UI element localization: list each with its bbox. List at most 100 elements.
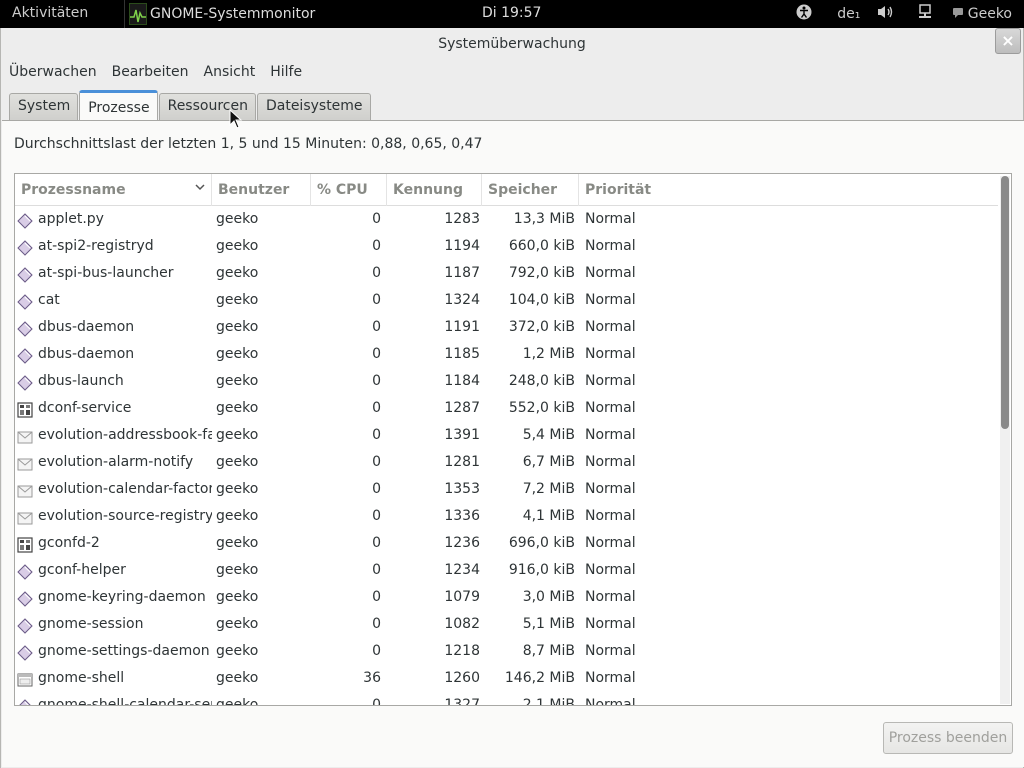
process-cpu: 0 (372, 535, 381, 551)
process-memory: 552,0 kiB (508, 400, 575, 416)
process-cpu: 0 (372, 400, 381, 416)
system-tray: de₁ Geeko (790, 0, 1024, 28)
column-header-prioritaet[interactable]: Priorität (579, 174, 998, 206)
process-memory: 5,4 MiB (522, 427, 575, 443)
window-titlebar[interactable]: Systemüberwachung (1, 28, 1023, 60)
table-row[interactable]: gnome-shell-calendar-server geeko 0 1327 2,1… (15, 692, 998, 706)
volume-icon[interactable] (876, 4, 896, 24)
tab-system[interactable]: System (9, 93, 79, 121)
process-cpu: 0 (372, 589, 381, 605)
process-id: 1191 (444, 319, 480, 335)
process-name-cell: at-spi2-registryd (15, 233, 212, 260)
process-cpu: 0 (372, 643, 381, 659)
process-id: 1327 (444, 697, 480, 706)
process-name: at-spi2-registryd (38, 238, 154, 254)
end-process-button[interactable]: Prozess beenden (883, 722, 1013, 754)
table-row[interactable]: at-spi2-registryd geeko 0 1194 660,0 kiB Norm… (15, 233, 998, 260)
table-row[interactable]: dbus-daemon geeko 0 1185 1,2 MiB Normal (15, 341, 998, 368)
process-name: gnome-keyring-daemon (38, 589, 206, 605)
menu-ueberwachen[interactable]: Überwachen (1, 60, 104, 86)
process-user: geeko (216, 589, 259, 605)
table-row[interactable]: gnome-session geeko 0 1082 5,1 MiB Normal (15, 611, 998, 638)
table-row[interactable]: dbus-launch geeko 0 1184 248,0 kiB Normal (15, 368, 998, 395)
process-id: 1234 (444, 562, 480, 578)
menu-ansicht[interactable]: Ansicht (196, 60, 263, 86)
process-priority: Normal (585, 454, 636, 470)
column-header-speicher[interactable]: Speicher (482, 174, 579, 206)
window-title: Systemüberwachung (438, 36, 586, 52)
table-row[interactable]: evolution-alarm-notify geeko 0 1281 6,7 MiB N… (15, 449, 998, 476)
process-priority: Normal (585, 481, 636, 497)
process-id: 1184 (444, 373, 480, 389)
process-user: geeko (216, 670, 259, 686)
process-priority: Normal (585, 292, 636, 308)
process-name-cell: evolution-calendar-factory (15, 476, 212, 503)
clock[interactable]: Di 19:57 (482, 5, 541, 21)
process-cpu: 0 (372, 454, 381, 470)
tab-prozesse[interactable]: Prozesse (79, 90, 158, 121)
activities-button[interactable]: Aktivitäten (12, 5, 88, 21)
table-row[interactable]: gnome-shell geeko 36 1260 146,2 MiB Normal (15, 665, 998, 692)
process-priority: Normal (585, 238, 636, 254)
process-table[interactable]: Prozessname Benutzer % CPU Kennung Speic… (14, 173, 1012, 706)
close-window-button[interactable]: × (995, 28, 1021, 54)
process-user: geeko (216, 211, 259, 227)
process-priority: Normal (585, 562, 636, 578)
menu-hilfe[interactable]: Hilfe (262, 60, 309, 86)
process-name-cell: dconf-service (15, 395, 212, 422)
process-priority: Normal (585, 346, 636, 362)
table-row[interactable]: gnome-settings-daemon geeko 0 1218 8,7 MiB No… (15, 638, 998, 665)
process-name-cell: at-spi-bus-launcher (15, 260, 212, 287)
table-row[interactable]: evolution-addressbook-factorygeeko 0 1391 5… (15, 422, 998, 449)
table-row[interactable]: dbus-daemon geeko 0 1191 372,0 kiB Normal (15, 314, 998, 341)
table-row[interactable]: evolution-source-registry geeko 0 1336 4,1 M… (15, 503, 998, 530)
column-header-benutzer[interactable]: Benutzer (212, 174, 311, 206)
process-memory: 1,2 MiB (522, 346, 575, 362)
process-name: gnome-session (38, 616, 144, 632)
process-icon (17, 563, 33, 580)
user-menu[interactable]: Geeko (952, 6, 1012, 22)
table-row[interactable]: gconfd-2 geeko 0 1236 696,0 kiB Normal (15, 530, 998, 557)
process-id: 1324 (444, 292, 480, 308)
process-priority: Normal (585, 589, 636, 605)
process-priority: Normal (585, 535, 636, 551)
process-memory: 104,0 kiB (508, 292, 575, 308)
processes-panel: Durchschnittslast der letzten 1, 5 und 1… (2, 120, 1024, 767)
table-row[interactable]: gconf-helper geeko 0 1234 916,0 kiB Normal (15, 557, 998, 584)
process-name: gconfd-2 (38, 535, 100, 551)
tab-dateisysteme[interactable]: Dateisysteme (256, 93, 371, 121)
process-user: geeko (216, 535, 259, 551)
process-name: gnome-shell-calendar-server (38, 697, 212, 706)
system-monitor-icon (129, 3, 147, 25)
accessibility-icon[interactable] (790, 4, 818, 24)
table-row[interactable]: at-spi-bus-launcher geeko 0 1187 792,0 kiB No… (15, 260, 998, 287)
app-menu[interactable]: GNOME-Systemmonitor (124, 0, 315, 28)
process-cpu: 0 (372, 346, 381, 362)
table-row[interactable]: cat geeko 0 1324 104,0 kiB Normal (15, 287, 998, 314)
process-icon (17, 698, 33, 705)
process-name-cell: dbus-daemon (15, 314, 212, 341)
scrollbar-thumb[interactable] (1001, 176, 1009, 429)
table-row[interactable]: dconf-service geeko 0 1287 552,0 kiB Normal (15, 395, 998, 422)
vertical-scrollbar[interactable] (1000, 176, 1010, 704)
table-body: applet.py geeko 0 1283 13,3 MiB Normal at-spi2… (15, 206, 998, 706)
keyboard-layout[interactable]: de₁ (834, 6, 864, 22)
column-header-cpu[interactable]: % CPU (311, 174, 387, 206)
process-user: geeko (216, 481, 259, 497)
table-row[interactable]: gnome-keyring-daemon geeko 0 1079 3,0 MiB Nor… (15, 584, 998, 611)
process-priority: Normal (585, 265, 636, 281)
table-row[interactable]: applet.py geeko 0 1283 13,3 MiB Normal (15, 206, 998, 233)
process-cpu: 36 (363, 670, 381, 686)
column-header-kennung[interactable]: Kennung (387, 174, 482, 206)
process-memory: 7,2 MiB (522, 481, 575, 497)
process-icon (17, 239, 33, 256)
process-cpu: 0 (372, 508, 381, 524)
network-icon[interactable] (916, 4, 934, 24)
menu-bearbeiten[interactable]: Bearbeiten (104, 60, 196, 86)
table-row[interactable]: evolution-calendar-factory geeko 0 1353 7,2 … (15, 476, 998, 503)
process-icon (17, 644, 33, 661)
process-cpu: 0 (372, 481, 381, 497)
process-cpu: 0 (372, 292, 381, 308)
process-user: geeko (216, 697, 259, 706)
column-header-prozessname[interactable]: Prozessname (15, 174, 212, 206)
